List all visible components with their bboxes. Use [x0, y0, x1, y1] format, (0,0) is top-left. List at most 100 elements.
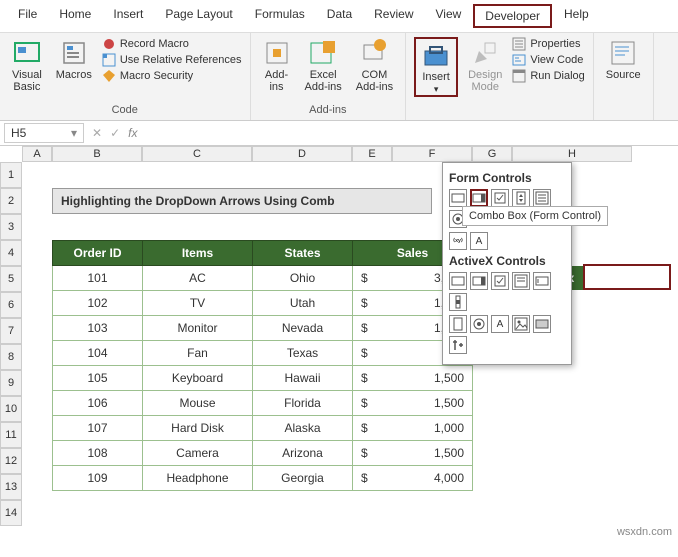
row-header-14[interactable]: 14	[0, 500, 22, 526]
ax-image-control[interactable]	[512, 315, 530, 333]
form-checkbox-control[interactable]	[491, 189, 509, 207]
name-box[interactable]: H5 ▾	[4, 123, 84, 143]
cell-value[interactable]: 1,500	[385, 441, 472, 466]
table-row[interactable]: 102TVUtah$1,000	[53, 291, 473, 316]
ax-button-control[interactable]	[449, 272, 467, 290]
macros-button[interactable]: Macros	[52, 37, 96, 83]
cell-id[interactable]: 105	[53, 366, 143, 391]
ax-label-control[interactable]: A	[491, 315, 509, 333]
cell-state[interactable]: Arizona	[253, 441, 353, 466]
macro-security-button[interactable]: Macro Security	[102, 69, 242, 83]
menu-formulas[interactable]: Formulas	[245, 4, 315, 28]
menu-data[interactable]: Data	[317, 4, 362, 28]
row-header-12[interactable]: 12	[0, 448, 22, 474]
row-header-2[interactable]: 2	[0, 188, 22, 214]
cell-state[interactable]: Utah	[253, 291, 353, 316]
cell-currency[interactable]: $	[353, 316, 386, 341]
table-row[interactable]: 105KeyboardHawaii$1,500	[53, 366, 473, 391]
cell-currency[interactable]: $	[353, 391, 386, 416]
form-button-control[interactable]	[449, 189, 467, 207]
form-groupbox-control[interactable]: ⁽ˣʸ⁾	[449, 232, 467, 250]
cell-id[interactable]: 106	[53, 391, 143, 416]
cell-id[interactable]: 104	[53, 341, 143, 366]
cell-item[interactable]: Mouse	[143, 391, 253, 416]
col-header-C[interactable]: C	[142, 146, 252, 162]
menu-developer[interactable]: Developer	[473, 4, 552, 28]
row-header-9[interactable]: 9	[0, 370, 22, 396]
enter-icon[interactable]: ✓	[110, 126, 120, 140]
cell-state[interactable]: Texas	[253, 341, 353, 366]
menu-review[interactable]: Review	[364, 4, 423, 28]
use-relative-button[interactable]: Use Relative References	[102, 53, 242, 67]
table-row[interactable]: 109HeadphoneGeorgia$4,000	[53, 466, 473, 491]
ax-textbox-control[interactable]	[533, 272, 551, 290]
cell-state[interactable]: Florida	[253, 391, 353, 416]
row-header-11[interactable]: 11	[0, 422, 22, 448]
combo-box-target-cell[interactable]	[583, 264, 671, 290]
cell-currency[interactable]: $	[353, 366, 386, 391]
cell-item[interactable]: Hard Disk	[143, 416, 253, 441]
record-macro-button[interactable]: Record Macro	[102, 37, 242, 51]
cell-value[interactable]: 4,000	[385, 466, 472, 491]
cell-id[interactable]: 101	[53, 266, 143, 291]
table-row[interactable]: 103MonitorNevada$1,500	[53, 316, 473, 341]
form-combobox-control[interactable]	[470, 189, 488, 207]
addins-button[interactable]: Add- ins	[259, 37, 295, 95]
cell-item[interactable]: Monitor	[143, 316, 253, 341]
cell-item[interactable]: Keyboard	[143, 366, 253, 391]
cell-state[interactable]: Georgia	[253, 466, 353, 491]
table-row[interactable]: 104FanTexas$350	[53, 341, 473, 366]
properties-button[interactable]: Properties	[512, 37, 584, 51]
view-code-button[interactable]: View Code	[512, 53, 584, 67]
row-header-8[interactable]: 8	[0, 344, 22, 370]
cell-currency[interactable]: $	[353, 266, 386, 291]
cell-currency[interactable]: $	[353, 416, 386, 441]
col-header-F[interactable]: F	[392, 146, 472, 162]
cell-item[interactable]: Headphone	[143, 466, 253, 491]
cell-item[interactable]: Fan	[143, 341, 253, 366]
col-header-B[interactable]: B	[52, 146, 142, 162]
ax-listbox-control[interactable]	[512, 272, 530, 290]
ax-scrollbar-control[interactable]	[449, 293, 467, 311]
visual-basic-button[interactable]: Visual Basic	[8, 37, 46, 95]
row-header-13[interactable]: 13	[0, 474, 22, 500]
cell-id[interactable]: 109	[53, 466, 143, 491]
design-mode-button[interactable]: Design Mode	[464, 37, 506, 95]
run-dialog-button[interactable]: Run Dialog	[512, 69, 584, 83]
cell-id[interactable]: 102	[53, 291, 143, 316]
cell-state[interactable]: Nevada	[253, 316, 353, 341]
cell-item[interactable]: TV	[143, 291, 253, 316]
cell-state[interactable]: Ohio	[253, 266, 353, 291]
col-header-A[interactable]: A	[22, 146, 52, 162]
insert-control-button[interactable]: Insert ▾	[414, 37, 458, 97]
cell-item[interactable]: Camera	[143, 441, 253, 466]
cancel-icon[interactable]: ✕	[92, 126, 102, 140]
cell-currency[interactable]: $	[353, 441, 386, 466]
row-header-6[interactable]: 6	[0, 292, 22, 318]
row-header-1[interactable]: 1	[0, 162, 22, 188]
source-button[interactable]: Source	[602, 37, 645, 83]
ax-spin-control[interactable]	[449, 315, 467, 333]
row-header-7[interactable]: 7	[0, 318, 22, 344]
ax-radio-control[interactable]	[470, 315, 488, 333]
cells[interactable]: Highlighting the DropDown Arrows Using C…	[22, 162, 678, 542]
ax-combobox-control[interactable]	[470, 272, 488, 290]
cell-item[interactable]: AC	[143, 266, 253, 291]
row-header-3[interactable]: 3	[0, 214, 22, 240]
cell-currency[interactable]: $	[353, 466, 386, 491]
row-header-5[interactable]: 5	[0, 266, 22, 292]
menu-insert[interactable]: Insert	[103, 4, 153, 28]
col-header-D[interactable]: D	[252, 146, 352, 162]
col-header-G[interactable]: G	[472, 146, 512, 162]
cell-id[interactable]: 103	[53, 316, 143, 341]
form-spinner-control[interactable]	[512, 189, 530, 207]
cell-state[interactable]: Alaska	[253, 416, 353, 441]
col-header-E[interactable]: E	[352, 146, 392, 162]
form-listbox-control[interactable]	[533, 189, 551, 207]
row-header-4[interactable]: 4	[0, 240, 22, 266]
form-label-control[interactable]: A	[470, 232, 488, 250]
row-header-10[interactable]: 10	[0, 396, 22, 422]
ax-more-control[interactable]	[449, 336, 467, 354]
menu-home[interactable]: Home	[49, 4, 101, 28]
table-row[interactable]: 101ACOhio$3,000	[53, 266, 473, 291]
